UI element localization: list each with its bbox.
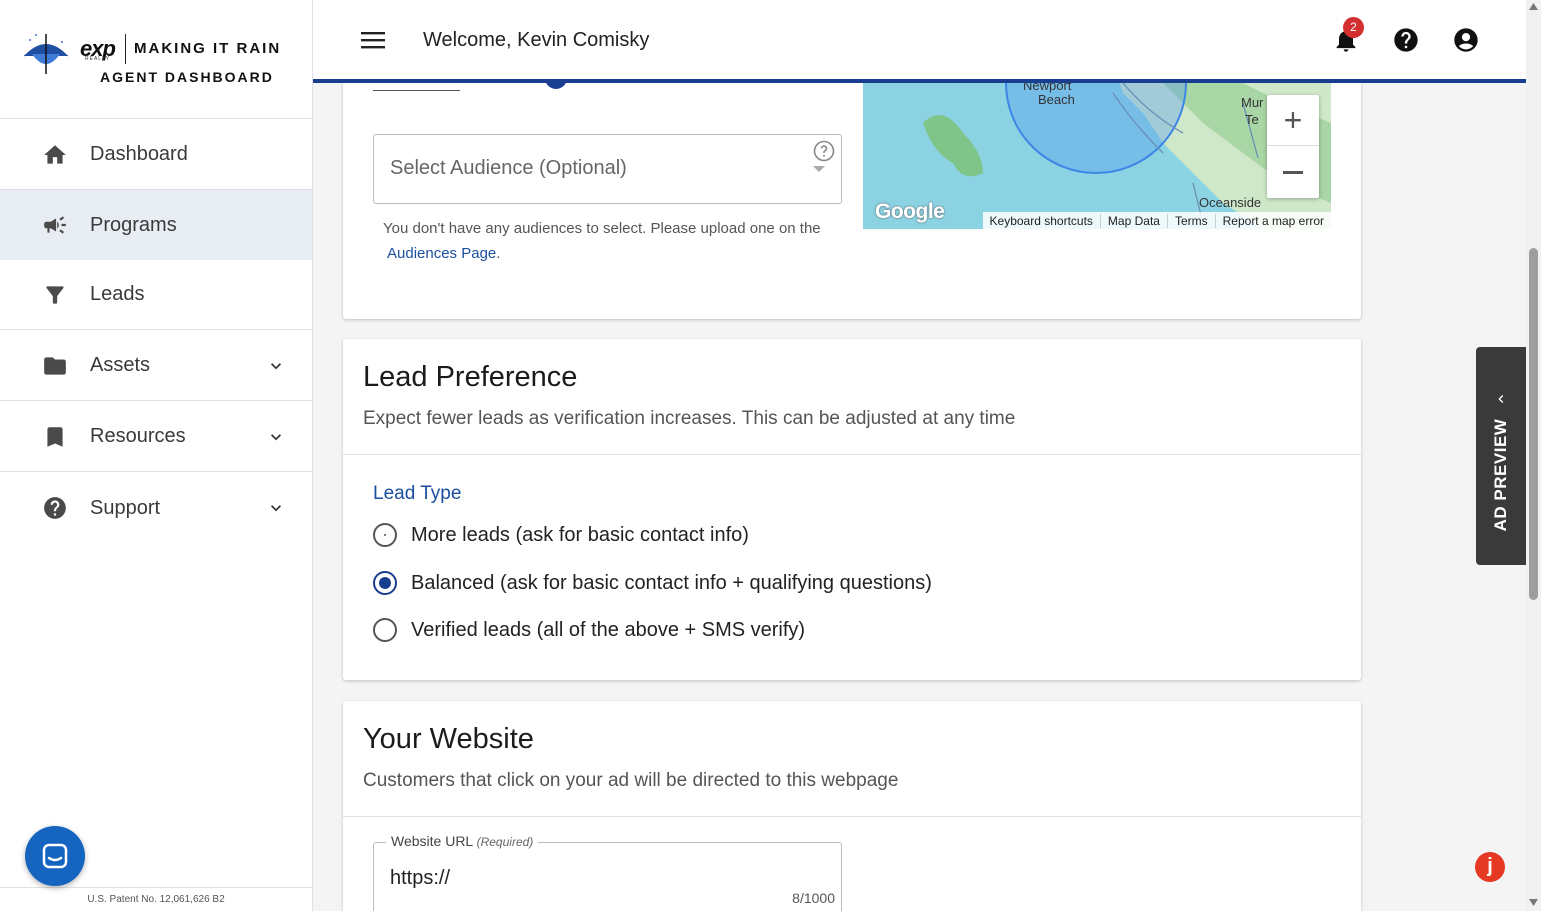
website-url-label: Website URL (Required) xyxy=(386,833,539,849)
lead-type-option-balanced[interactable]: Balanced (ask for basic contact info + q… xyxy=(373,571,932,595)
chevron-down-icon[interactable] xyxy=(266,427,286,447)
radio-label: More leads (ask for basic contact info) xyxy=(411,523,749,546)
sidebar-item-leads[interactable]: Leads xyxy=(0,260,312,330)
sidebar-item-label: Programs xyxy=(90,213,177,236)
website-title: Your Website xyxy=(363,723,534,755)
website-url-field[interactable]: Website URL (Required) https:// 8/1000 xyxy=(373,833,842,911)
account-icon[interactable] xyxy=(1452,26,1480,54)
ad-preview-tab[interactable]: AD PREVIEW xyxy=(1476,347,1526,565)
lead-type-option-more[interactable]: More leads (ask for basic contact info) xyxy=(373,523,749,547)
sidebar-item-programs[interactable]: Programs xyxy=(0,190,312,260)
map-attribution: Keyboard shortcuts Map Data Terms Report… xyxy=(982,212,1331,229)
divider xyxy=(343,454,1361,455)
lead-preference-title: Lead Preference xyxy=(363,361,578,393)
help-outline-icon[interactable] xyxy=(812,139,836,163)
website-url-value[interactable]: https:// xyxy=(390,867,450,890)
google-logo: Google xyxy=(875,200,945,223)
folder-icon xyxy=(42,353,68,379)
minus-icon xyxy=(1283,171,1303,174)
logo-realty-text: REALTY xyxy=(85,56,111,62)
slider-thumb[interactable] xyxy=(545,83,567,89)
help-circle-icon xyxy=(42,495,68,521)
scroll-down-arrow-icon[interactable] xyxy=(1529,899,1538,906)
sidebar-item-label: Assets xyxy=(90,354,151,376)
scrollbar[interactable] xyxy=(1526,0,1541,911)
ad-preview-label: AD PREVIEW xyxy=(1491,418,1510,532)
map-label-beach: Beach xyxy=(1038,92,1075,107)
funnel-icon xyxy=(42,282,68,308)
scroll-up-arrow-icon[interactable] xyxy=(1529,3,1538,10)
logo-subtitle: AGENT DASHBOARD xyxy=(100,69,274,85)
bookmark-icon xyxy=(42,424,68,450)
terms-link[interactable]: Terms xyxy=(1166,213,1215,228)
audience-select[interactable]: Select Audience (Optional) xyxy=(373,134,842,204)
sidebar-item-dashboard[interactable]: Dashboard xyxy=(0,120,312,190)
audience-select-placeholder: Select Audience (Optional) xyxy=(390,157,627,179)
divider xyxy=(343,816,1361,817)
chat-icon xyxy=(42,843,68,869)
top-header: Welcome, Kevin Comisky 2 xyxy=(313,0,1526,83)
radio-checked-icon[interactable] xyxy=(373,571,397,595)
dropdown-arrow-icon xyxy=(813,166,825,172)
zoom-in-button[interactable]: + xyxy=(1267,95,1319,146)
sidebar-item-resources[interactable]: Resources xyxy=(0,402,312,472)
map-zoom-controls: + xyxy=(1267,95,1319,198)
targeting-card: Select Audience (Optional) You don't hav… xyxy=(343,83,1361,319)
map-data-link[interactable]: Map Data xyxy=(1099,213,1167,228)
umbrella-logo-icon xyxy=(23,34,69,74)
char-counter: 8/1000 xyxy=(792,890,835,906)
sidebar-item-assets[interactable]: Assets xyxy=(0,331,312,401)
website-card: Your Website Customers that click on you… xyxy=(343,701,1361,911)
sidebar: exp REALTY MAKING IT RAIN AGENT DASHBOAR… xyxy=(0,0,313,911)
zoom-out-button[interactable] xyxy=(1267,147,1319,198)
sidebar-item-support[interactable]: Support xyxy=(0,473,312,543)
j-extension-icon[interactable]: j xyxy=(1475,852,1505,882)
sidebar-item-label: Leads xyxy=(90,283,145,305)
map-label-oceanside: Oceanside xyxy=(1199,195,1262,210)
lead-type-label: Lead Type xyxy=(373,483,462,504)
lead-preference-card: Lead Preference Expect fewer leads as ve… xyxy=(343,339,1361,680)
lead-type-option-verified[interactable]: Verified leads (all of the above + SMS v… xyxy=(373,618,805,642)
chat-launcher-button[interactable] xyxy=(25,826,85,886)
field-underline xyxy=(373,90,460,91)
map[interactable]: Newport Beach Mur Te Oceanside + Google … xyxy=(863,83,1331,229)
sidebar-item-label: Support xyxy=(90,496,161,519)
chevron-left-icon xyxy=(1498,395,1504,403)
audiences-page-link[interactable]: Audiences Page xyxy=(387,245,496,262)
website-subtitle: Customers that click on your ad will be … xyxy=(363,770,899,791)
lead-preference-subtitle: Expect fewer leads as verification incre… xyxy=(363,408,1016,429)
keyboard-shortcuts-link[interactable]: Keyboard shortcuts xyxy=(983,214,1100,228)
home-icon xyxy=(42,142,68,168)
notification-badge: 2 xyxy=(1343,17,1364,38)
radio-unchecked-icon[interactable] xyxy=(373,618,397,642)
welcome-message: Welcome, Kevin Comisky xyxy=(423,29,650,51)
chevron-down-icon[interactable] xyxy=(266,498,286,518)
chevron-down-icon[interactable] xyxy=(266,356,286,376)
sidebar-item-label: Dashboard xyxy=(90,143,188,165)
audience-helper-text: You don't have any audiences to select. … xyxy=(383,220,821,262)
radio-label: Balanced (ask for basic contact info + q… xyxy=(411,571,932,594)
scroll-thumb[interactable] xyxy=(1529,248,1538,600)
help-icon[interactable] xyxy=(1392,26,1420,54)
patent-notice: U.S. Patent No. 12,061,626 B2 xyxy=(0,887,312,911)
menu-icon[interactable] xyxy=(361,30,385,50)
logo-divider xyxy=(125,34,126,64)
map-label-temecula: Te xyxy=(1245,112,1259,127)
logo-title: MAKING IT RAIN xyxy=(134,40,282,57)
sidebar-item-label: Resources xyxy=(90,425,186,447)
radio-label: Verified leads (all of the above + SMS v… xyxy=(411,618,806,641)
radio-unchecked-icon[interactable] xyxy=(373,523,397,547)
megaphone-icon xyxy=(42,212,68,238)
report-map-error-link[interactable]: Report a map error xyxy=(1214,213,1331,228)
logo[interactable]: exp REALTY MAKING IT RAIN AGENT DASHBOAR… xyxy=(0,0,312,119)
map-label-murrieta: Mur xyxy=(1241,95,1264,110)
main-content: Select Audience (Optional) You don't hav… xyxy=(313,83,1526,911)
